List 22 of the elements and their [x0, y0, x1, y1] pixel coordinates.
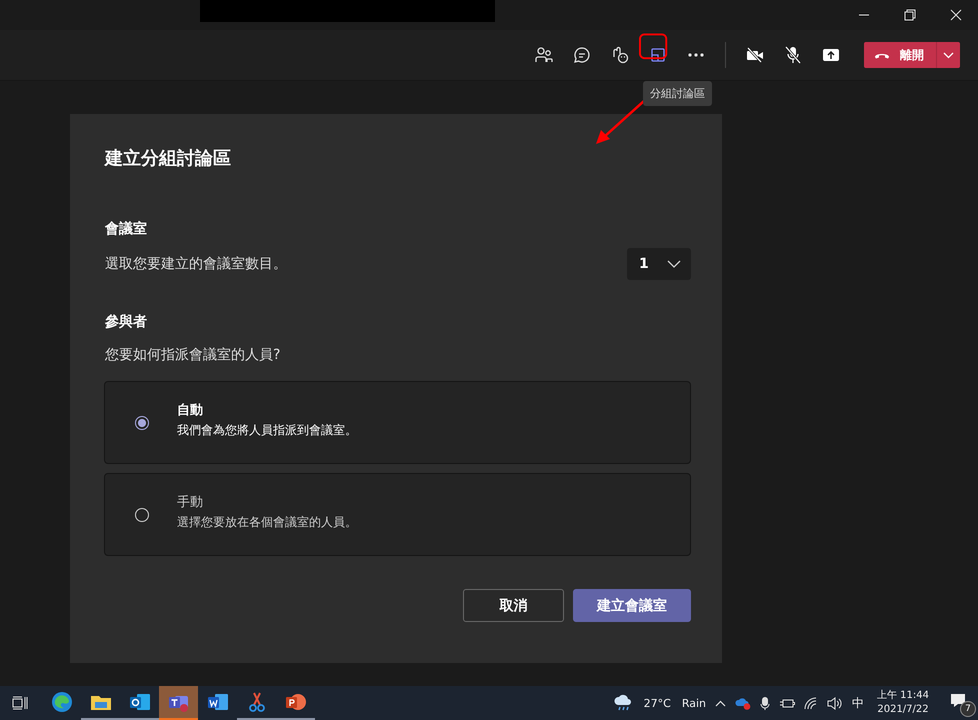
leave-button[interactable]: 離開: [864, 42, 936, 68]
weather-condition[interactable]: Rain: [682, 696, 706, 710]
section-heading: 參與者: [105, 313, 148, 331]
room-count-dropdown[interactable]: 1: [627, 248, 691, 280]
option-title: 自動: [177, 402, 204, 419]
weather-temperature[interactable]: 27°C: [644, 696, 671, 710]
clock-date[interactable]: 2021/7/22: [877, 703, 929, 717]
option-description: 我們會為您將人員指派到會議室。: [177, 422, 357, 439]
notification-count-badge: 7: [960, 701, 976, 717]
option-description: 選擇您要放在各個會議室的人員。: [177, 514, 357, 531]
room-count-prompt: 選取您要建立的會議室數目。: [105, 255, 287, 273]
dialog-title: 建立分組討論區: [105, 147, 232, 170]
clock-time[interactable]: 上午 11:44: [877, 689, 929, 703]
cancel-button[interactable]: 取消: [463, 589, 564, 622]
assignment-option-card[interactable]: 手動 選擇您要放在各個會議室的人員。: [104, 473, 691, 556]
section-heading: 會議室: [105, 220, 148, 238]
tooltip: 分組討論區: [643, 81, 712, 106]
assignment-prompt: 您要如何指派會議室的人員?: [105, 346, 282, 364]
assignment-option-card[interactable]: 自動 我們會為您將人員指派到會議室。: [104, 381, 691, 464]
option-title: 手動: [177, 494, 204, 511]
input-method-indicator[interactable]: 中: [852, 694, 864, 712]
create-rooms-button[interactable]: 建立會議室: [573, 589, 691, 622]
